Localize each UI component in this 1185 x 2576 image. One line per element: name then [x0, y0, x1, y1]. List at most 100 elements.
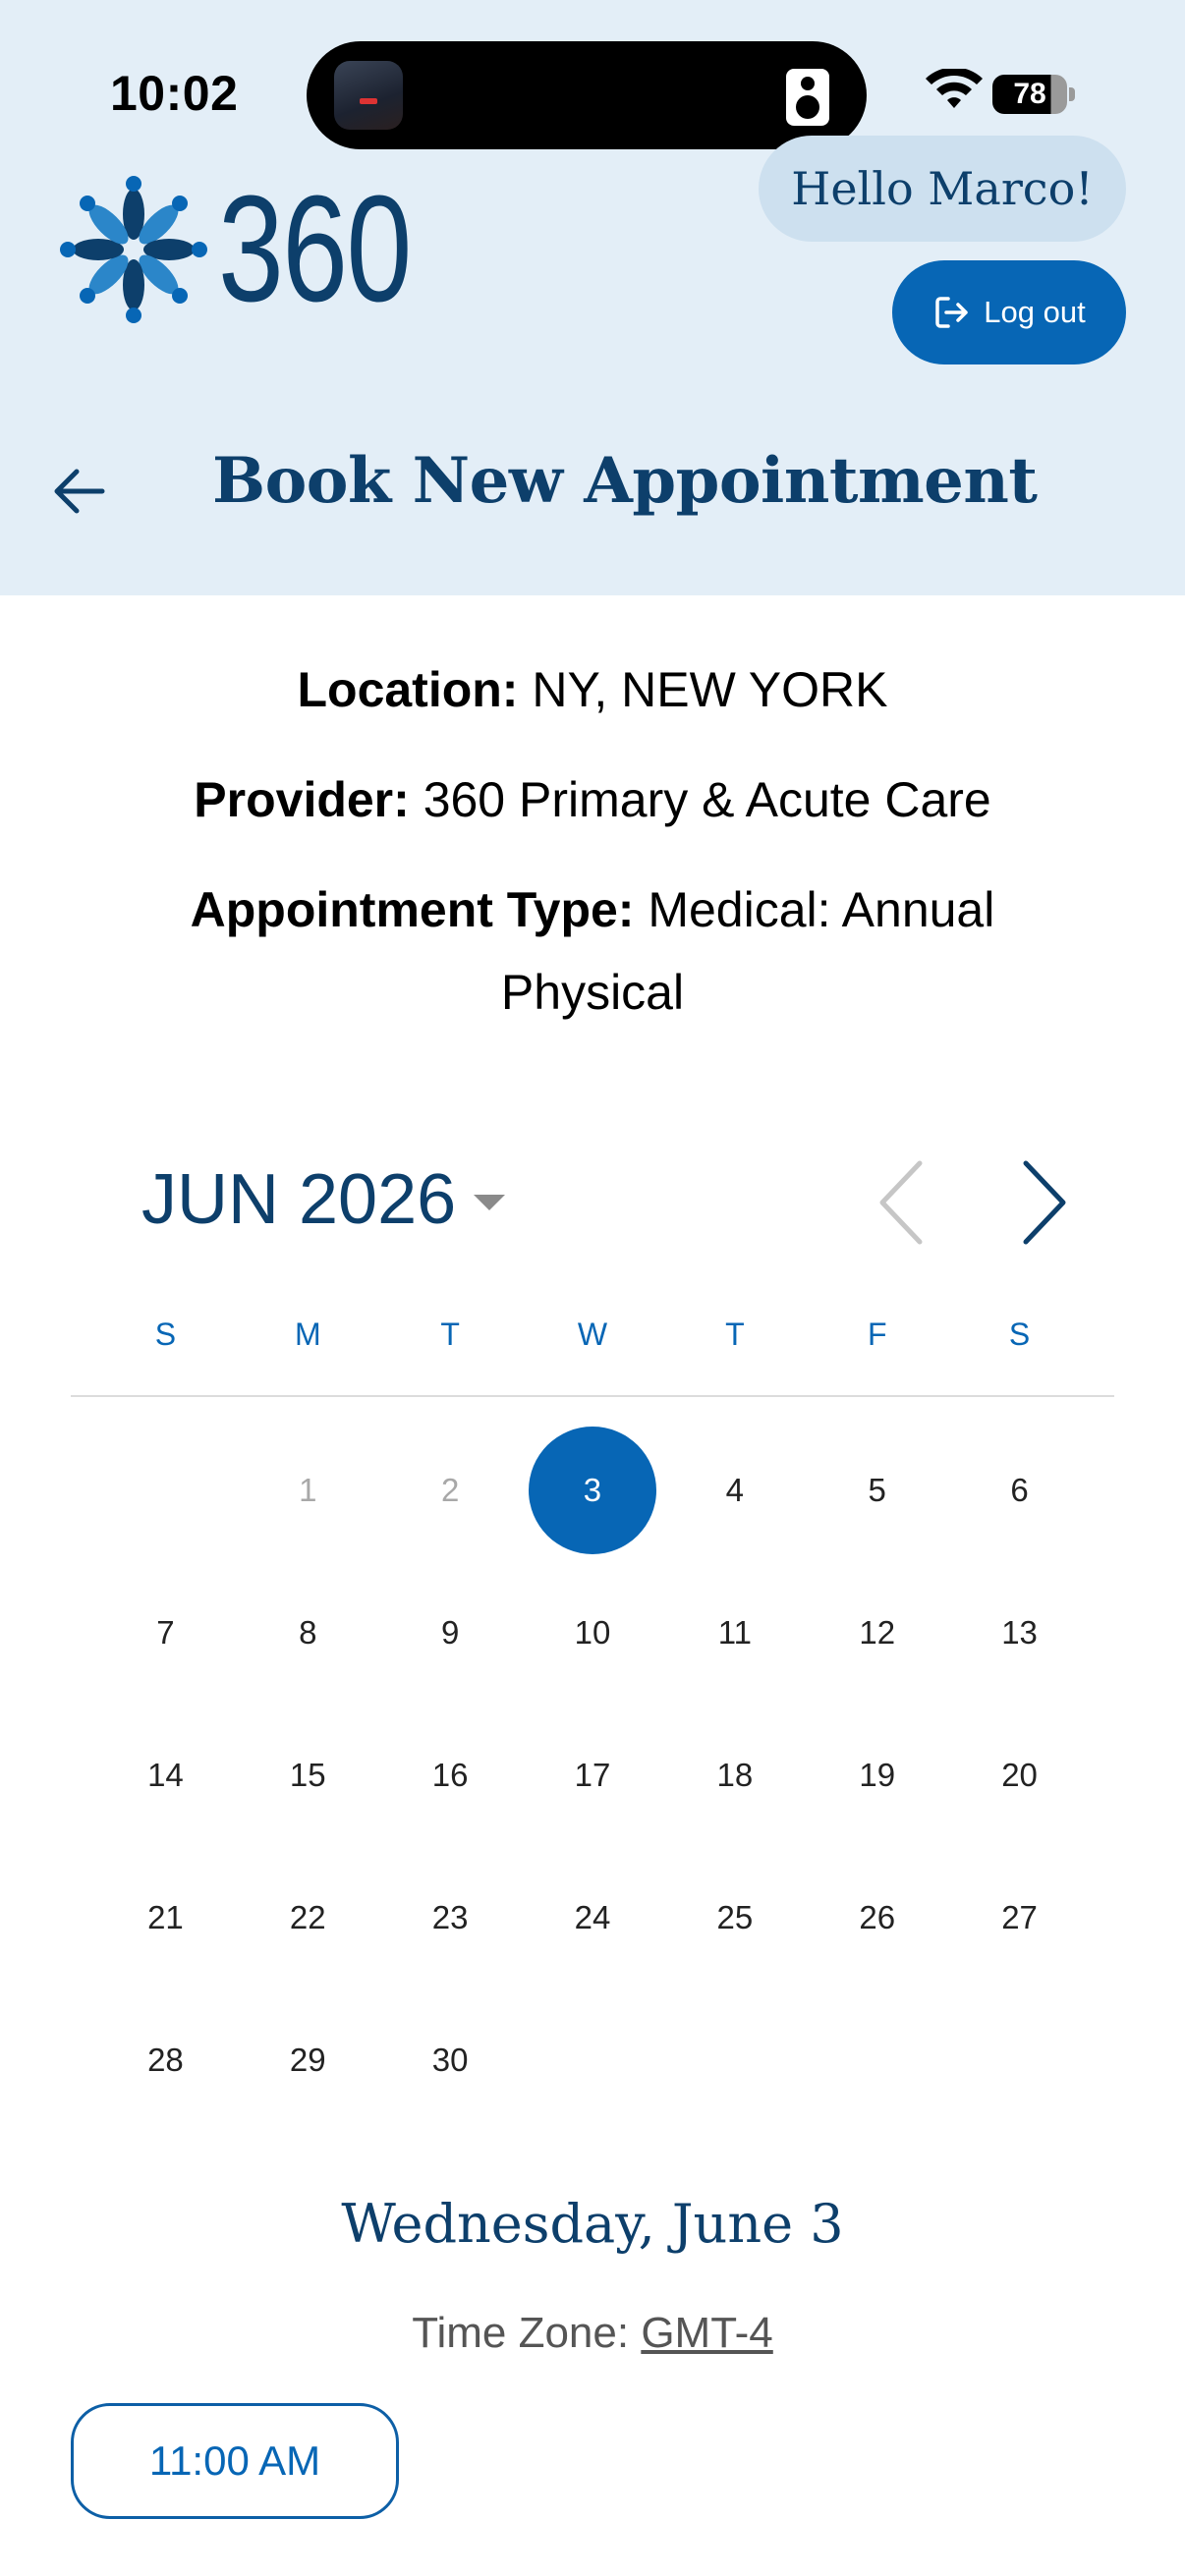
- calendar-empty-cell: [94, 1419, 237, 1561]
- calendar-day-label: 15: [289, 1756, 326, 1793]
- weekday-header: SMTWTFS: [94, 1316, 1091, 1353]
- logo-flower-icon: [60, 176, 207, 323]
- location-line: Location: NY, NEW YORK: [98, 648, 1087, 731]
- calendar-day[interactable]: 28: [94, 1988, 237, 2131]
- calendar-day[interactable]: 22: [237, 1846, 379, 1988]
- calendar-day[interactable]: 17: [522, 1704, 664, 1846]
- calendar-day-label: 28: [147, 2041, 184, 2078]
- calendar-day-label: 14: [147, 1756, 184, 1793]
- provider-value: 360 Primary & Acute Care: [409, 772, 991, 827]
- calendar-day[interactable]: 9: [379, 1561, 522, 1704]
- calendar-day-label: 11: [717, 1613, 752, 1651]
- weekday-label: F: [867, 1316, 887, 1352]
- calendar-grid: 1 2 3 4 5 6 7 8 9 10 11 12 13 14 15 16 17 18 19 20 21 22 23 24 2…: [94, 1419, 1091, 2131]
- back-arrow-icon[interactable]: [47, 460, 110, 523]
- calendar-day[interactable]: 19: [806, 1704, 948, 1846]
- calendar-day[interactable]: 4: [663, 1419, 806, 1561]
- caret-down-icon: [474, 1195, 506, 1210]
- app-header: 10:02 78 360 Hello Marco! Log out Book N…: [0, 0, 1185, 595]
- calendar-day-label: 2: [440, 1471, 460, 1508]
- status-time: 10:02: [110, 66, 239, 121]
- calendar-day[interactable]: 29: [237, 1988, 379, 2131]
- time-slot-button[interactable]: 11:00 AM: [71, 2403, 399, 2519]
- calendar-day[interactable]: 7: [94, 1561, 237, 1704]
- calendar-day[interactable]: 23: [379, 1846, 522, 1988]
- calendar-day-disabled: 2: [379, 1419, 522, 1561]
- calendar-day-label: 18: [716, 1756, 754, 1793]
- dynamic-island: [307, 41, 867, 149]
- calendar-day-label: 26: [859, 1898, 896, 1935]
- weekday-label: M: [294, 1316, 321, 1352]
- calendar-day[interactable]: 18: [663, 1704, 806, 1846]
- calendar-day[interactable]: 6: [948, 1419, 1091, 1561]
- battery-icon: 78: [992, 75, 1067, 114]
- calendar-day[interactable]: 8: [237, 1561, 379, 1704]
- calendar-day-label: 13: [1001, 1613, 1038, 1651]
- calendar-day-label: 12: [859, 1613, 896, 1651]
- calendar-day[interactable]: 27: [948, 1846, 1091, 1988]
- calendar-day-disabled: 1: [237, 1419, 379, 1561]
- weekday-label: W: [577, 1316, 608, 1352]
- calendar-day[interactable]: 15: [237, 1704, 379, 1846]
- calendar-day-label: 6: [1010, 1471, 1029, 1508]
- logout-button[interactable]: Log out: [892, 260, 1126, 364]
- calendar-day-label: 27: [1001, 1898, 1038, 1935]
- page-title: Book New Appointment: [212, 444, 1038, 518]
- battery-cap: [1069, 87, 1075, 101]
- month-selector[interactable]: JUN 2026: [141, 1159, 506, 1240]
- calendar-day-label: 25: [716, 1898, 754, 1935]
- calendar-day[interactable]: 24: [522, 1846, 664, 1988]
- calendar-day[interactable]: 12: [806, 1561, 948, 1704]
- calendar-day[interactable]: 16: [379, 1704, 522, 1846]
- calendar-day[interactable]: 20: [948, 1704, 1091, 1846]
- calendar-day-label: 17: [574, 1756, 611, 1793]
- calendar-divider: [71, 1395, 1114, 1397]
- calendar-day-label: 16: [431, 1756, 469, 1793]
- logout-label: Log out: [984, 295, 1086, 329]
- appointment-type-label: Appointment Type:: [190, 882, 635, 937]
- calendar-day-label: 10: [574, 1613, 611, 1651]
- calendar-day-label: 24: [574, 1898, 611, 1935]
- appointment-type-line: Appointment Type: Medical: Annual Physic…: [98, 868, 1087, 1034]
- selected-date-heading: Wednesday, June 3: [341, 2193, 844, 2255]
- calendar-day-label: 21: [147, 1898, 184, 1935]
- calendar-day-label: 30: [431, 2041, 469, 2078]
- calendar-day[interactable]: 5: [806, 1419, 948, 1561]
- weekday-label: T: [725, 1316, 745, 1352]
- timezone-link[interactable]: GMT-4: [641, 2309, 772, 2357]
- timezone-line: Time Zone: GMT-4: [0, 2309, 1185, 2358]
- wifi-icon: [926, 69, 983, 108]
- calendar-day[interactable]: 10: [522, 1561, 664, 1704]
- chevron-left-icon[interactable]: [873, 1155, 931, 1250]
- calendar-day[interactable]: 14: [94, 1704, 237, 1846]
- calendar-day-label: 9: [440, 1613, 460, 1651]
- calendar-day-label: 4: [725, 1471, 745, 1508]
- logout-icon: [935, 297, 969, 328]
- calendar-day-label: 29: [289, 2041, 326, 2078]
- timezone-label: Time Zone:: [412, 2309, 642, 2357]
- media-thumbnail: [334, 61, 403, 130]
- calendar-day[interactable]: 25: [663, 1846, 806, 1988]
- calendar-day-label: 8: [299, 1613, 317, 1651]
- calendar-day-label: 7: [156, 1613, 175, 1651]
- calendar-day[interactable]: 26: [806, 1846, 948, 1988]
- location-label: Location:: [297, 662, 519, 717]
- greeting-badge: Hello Marco!: [759, 136, 1126, 242]
- calendar-day-label: 20: [1001, 1756, 1038, 1793]
- provider-line: Provider: 360 Primary & Acute Care: [98, 758, 1087, 841]
- month-label: JUN 2026: [141, 1160, 457, 1239]
- weekday-label: S: [154, 1316, 177, 1352]
- weekday-label: S: [1008, 1316, 1031, 1352]
- calendar-day[interactable]: 11: [663, 1561, 806, 1704]
- speaker-icon: [786, 69, 829, 126]
- calendar-day[interactable]: 30: [379, 1988, 522, 2131]
- provider-label: Provider:: [194, 772, 410, 827]
- calendar-day-label: 1: [299, 1471, 317, 1508]
- calendar-day[interactable]: 13: [948, 1561, 1091, 1704]
- logo-text: 360: [218, 164, 412, 333]
- calendar-day-label: 23: [431, 1898, 469, 1935]
- calendar-day[interactable]: 21: [94, 1846, 237, 1988]
- chevron-right-icon[interactable]: [1014, 1155, 1073, 1250]
- calendar-day-selected[interactable]: 3: [522, 1419, 664, 1561]
- calendar-day-label: 5: [868, 1471, 886, 1508]
